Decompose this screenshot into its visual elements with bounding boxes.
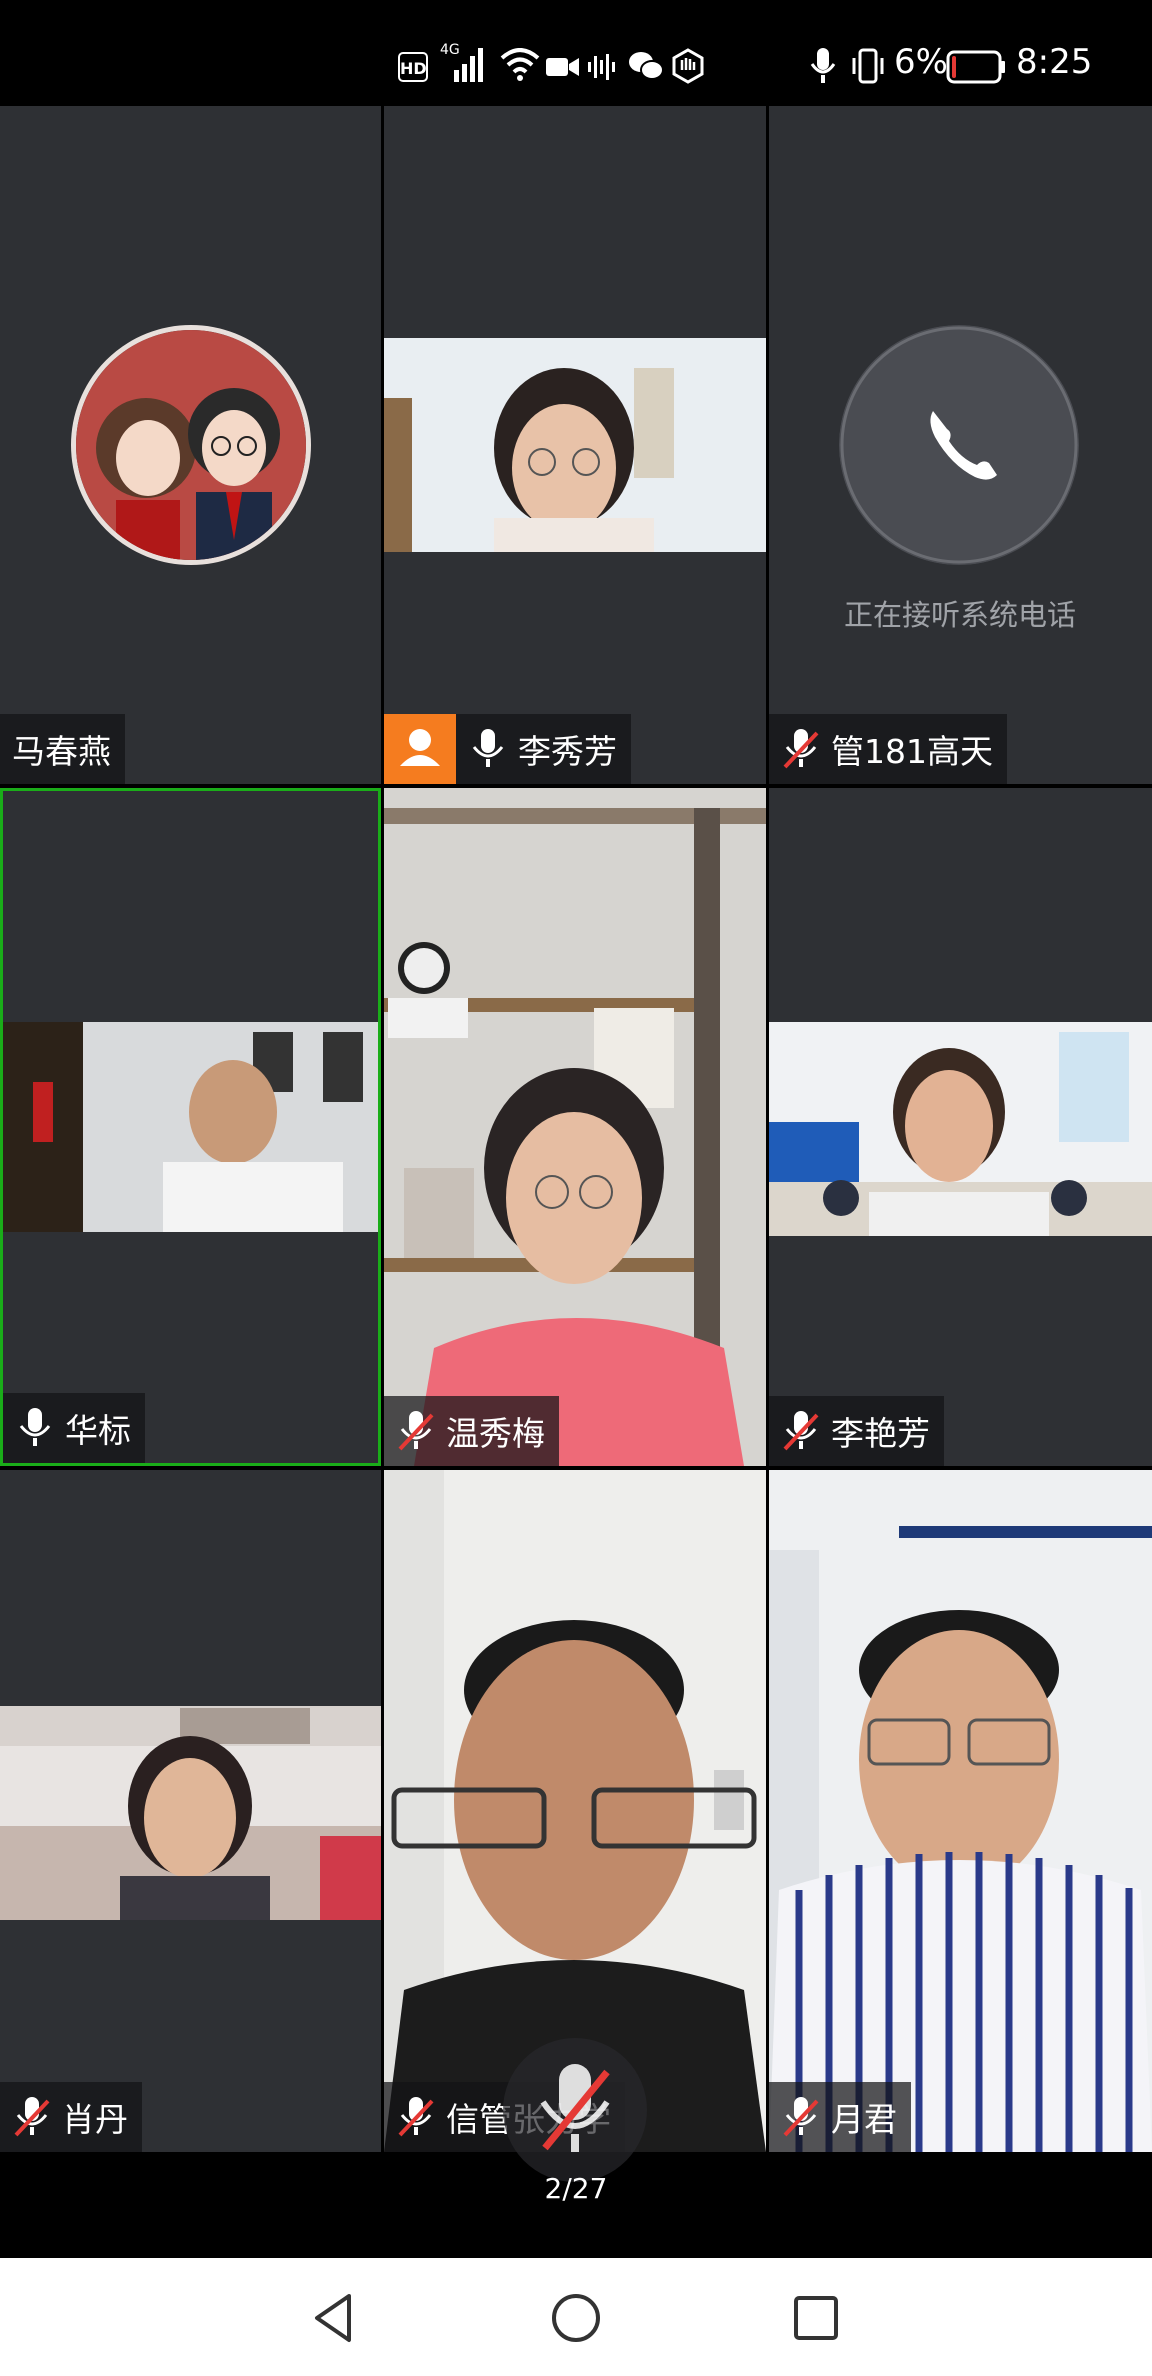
participant-name: 温秀梅 [446,1414,545,1453]
home-icon[interactable] [546,2288,606,2348]
participant-name: 李艳芳 [831,1414,930,1453]
participant-tile[interactable]: 李秀芳 [384,106,766,784]
mic-on-icon [19,1408,51,1446]
participant-name-tag: 管181高天 [769,714,1007,784]
audio-icon [586,52,618,86]
vibrate-icon [850,48,886,88]
hd-icon: HD [398,52,428,82]
signal-icon: 4G [440,40,490,90]
host-badge [384,714,456,784]
participant-name: 马春燕 [12,732,111,771]
participant-name: 李秀芳 [518,732,617,771]
participant-tile[interactable]: 马春燕 [0,106,381,784]
clock: 8:25 [1016,42,1093,82]
mic-on-icon [472,729,504,767]
mic-muted-icon [783,2097,819,2137]
mic-muted-icon [398,1411,434,1451]
video-feed [3,1022,378,1232]
mic-muted-icon [783,729,819,769]
participant-name-tag: 李艳芳 [769,1396,944,1466]
video-feed [769,1470,1152,2152]
battery-percent: 6% [894,42,948,82]
video-feed [384,788,766,1466]
hand-icon [670,48,706,88]
wifi-icon [500,48,540,86]
mic-icon [810,48,836,88]
participant-tile[interactable]: 正在接听系统电话 管181高天 [769,106,1152,784]
system-nav-bar [0,2258,1152,2376]
video-feed [769,1022,1152,1236]
recents-icon[interactable] [786,2288,846,2348]
participant-tile-speaking[interactable]: 华标 [0,788,381,1466]
participant-name-tag: 马春燕 [0,714,125,784]
mic-muted-icon [398,2097,434,2137]
participant-name: 月君 [831,2100,897,2139]
participant-name: 华标 [65,1411,131,1450]
host-icon [400,729,440,766]
call-status-text: 正在接听系统电话 [843,598,1076,632]
participant-name-tag: 李秀芳 [456,714,631,784]
participant-grid: 马春燕 李秀芳 正在接听系统电话 管181高天 华标 温秀梅 李艳芳 肖丹 月君 [0,106,1152,2152]
page-indicator: 2/27 [544,2172,608,2205]
avatar [71,325,311,565]
back-icon[interactable] [305,2288,365,2348]
mic-muted-icon [540,2064,610,2152]
mic-muted-icon [783,1411,819,1451]
wechat-icon [628,50,664,86]
video-icon [546,56,580,82]
mic-muted-icon [14,2097,50,2137]
participant-name-tag: 肖丹 [0,2082,142,2152]
call-avatar [839,325,1079,565]
status-bar: HD 4G 6% 8:25 [0,0,1152,106]
battery-icon [946,50,1006,88]
participant-tile[interactable]: 肖丹 [0,1470,381,2152]
participant-name: 肖丹 [62,2100,128,2139]
video-feed [384,338,766,552]
participant-tile[interactable]: 月君 [769,1470,1152,2152]
participant-name-tag: 华标 [3,1393,145,1463]
signal-label: 4G [440,42,460,58]
participant-name: 管181高天 [831,732,993,771]
video-feed [0,1706,381,1920]
participant-name-tag: 温秀梅 [384,1396,559,1466]
mute-toggle-button[interactable] [503,2038,647,2182]
participant-tile[interactable]: 温秀梅 [384,788,766,1466]
participant-name-tag: 月君 [769,2082,911,2152]
participant-tile[interactable]: 李艳芳 [769,788,1152,1466]
